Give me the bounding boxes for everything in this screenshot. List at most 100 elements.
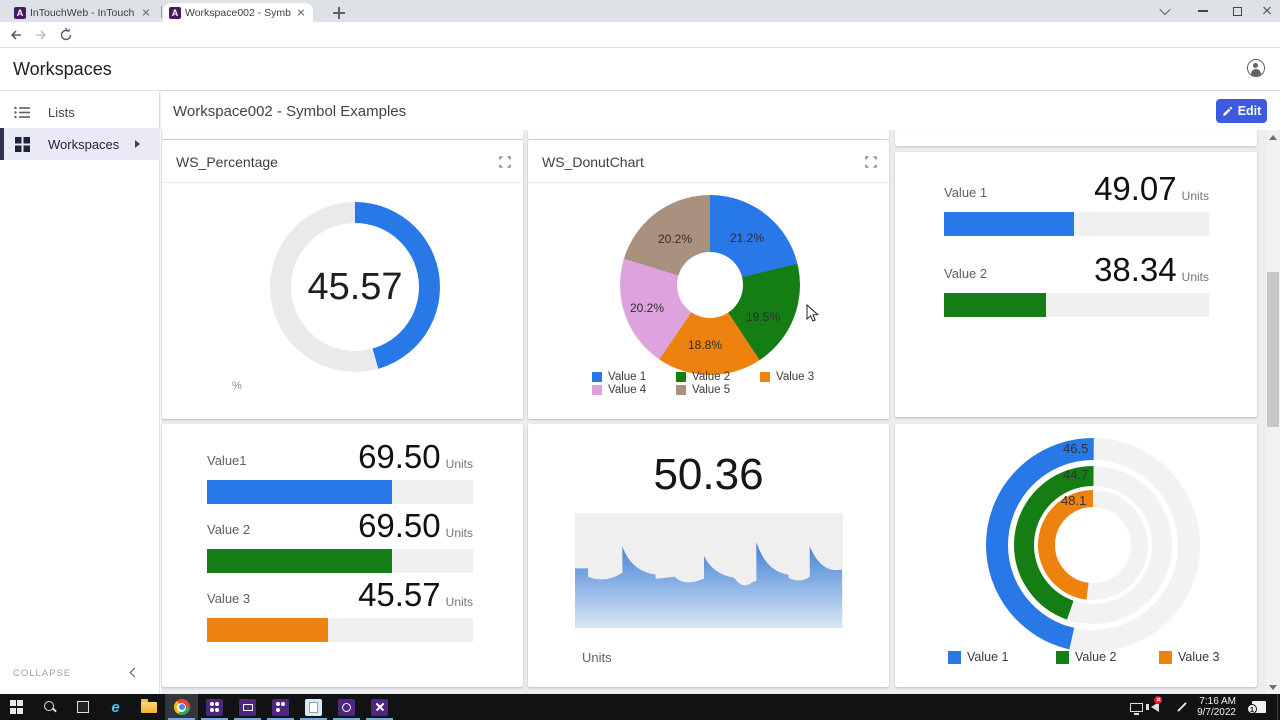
taskbar-search-button[interactable] — [33, 694, 66, 720]
bar-label: Value 1 — [944, 185, 987, 206]
legend-item: Value 2 — [676, 371, 730, 383]
notepad-icon — [305, 699, 322, 716]
percentage-gauge: 45.57 — [270, 202, 440, 372]
tab-close-icon[interactable] — [140, 7, 152, 19]
legend-item: Value 4 — [592, 384, 646, 396]
aveva-app-3-button[interactable] — [264, 694, 297, 720]
tab-search-chevron-icon[interactable] — [1150, 0, 1180, 22]
aveva-gears-icon — [206, 699, 223, 716]
mouse-cursor — [806, 304, 819, 328]
workspace-title: Workspace002 - Symbol Examples — [173, 103, 406, 120]
bar-unit: Units — [1182, 189, 1209, 208]
card-two-bars: Value 1 49.07Units Value 2 38.34Units — [895, 152, 1257, 417]
sidebar-collapse[interactable]: COLLAPSE — [0, 659, 160, 689]
bar-fill — [944, 293, 1046, 317]
card-title: WS_DonutChart — [542, 154, 644, 170]
slice-label: 20.2% — [658, 232, 692, 246]
scroll-up-icon[interactable] — [1266, 130, 1280, 144]
pen-tray-icon[interactable] — [1176, 694, 1188, 720]
slice-label: 19.5% — [746, 310, 780, 324]
bar-label: Value 2 — [207, 522, 250, 543]
network-tray-icon[interactable] — [1130, 694, 1143, 720]
card-partial — [162, 130, 523, 139]
window-close-button[interactable] — [1254, 0, 1280, 22]
task-view-icon — [77, 701, 89, 713]
task-view-button[interactable] — [66, 694, 99, 720]
legend-item: Value 1 — [592, 371, 646, 383]
collapse-label: COLLAPSE — [13, 668, 71, 679]
arc-value: 44.7 — [1063, 467, 1088, 482]
volume-muted-icon[interactable] — [1151, 694, 1159, 720]
bar-unit: Units — [1182, 270, 1209, 289]
slice-label: 18.8% — [688, 338, 722, 352]
bar-value: 69.50 — [358, 507, 441, 544]
donut-chart: 21.2% 19.5% 18.8% 20.2% 20.2% — [620, 195, 800, 375]
gauge-value: 45.57 — [307, 266, 402, 309]
aveva-app-2-button[interactable] — [231, 694, 264, 720]
workspaces-grid-icon — [15, 137, 30, 152]
bar-track — [944, 293, 1209, 317]
edit-button[interactable]: Edit — [1216, 99, 1267, 123]
bar-row: Value 1 49.07 Units — [944, 172, 1209, 236]
tab-close-icon[interactable] — [295, 7, 307, 19]
x-app-icon — [371, 699, 388, 716]
back-button[interactable] — [6, 25, 26, 45]
bar-label: Value 3 — [207, 591, 250, 612]
window-restore-button[interactable] — [1222, 0, 1252, 22]
window-minimize-button[interactable] — [1188, 0, 1218, 22]
bar-value: 49.07 — [1094, 170, 1177, 207]
browser-tab-workspace002[interactable]: A Workspace002 - Symbol Examples — [163, 3, 313, 22]
bar-value: 69.50 — [358, 438, 441, 475]
scroll-down-icon[interactable] — [1266, 680, 1280, 694]
forward-button[interactable] — [31, 25, 51, 45]
edit-label: Edit — [1238, 104, 1262, 118]
bar-value: 38.34 — [1094, 251, 1177, 288]
expand-icon[interactable] — [499, 155, 511, 167]
page-title: Workspaces — [13, 59, 112, 80]
chrome-icon — [174, 699, 190, 715]
browser-toolbar: localhost/InTouchWeb/workspaces/workspac… — [0, 22, 1280, 48]
legend-item: Value 3 — [760, 371, 814, 383]
slice-label: 20.2% — [630, 301, 664, 315]
sidebar-item-label: Lists — [48, 105, 75, 120]
folder-icon — [141, 702, 157, 713]
gauge-unit: % — [232, 380, 242, 392]
internet-explorer-button[interactable]: e — [99, 694, 132, 720]
arc-value: 46.5 — [1063, 441, 1088, 456]
aveva-app-4-button[interactable] — [330, 694, 363, 720]
taskbar-clock[interactable]: 7:16 AM 9/7/2022 — [1192, 696, 1236, 718]
aveva-app-5-button[interactable] — [363, 694, 396, 720]
app-header: Workspaces — [0, 48, 1280, 91]
file-explorer-button[interactable] — [132, 694, 165, 720]
tab-title: Workspace002 - Symbol Examples — [185, 7, 291, 19]
bar-row: Value 3 45.57Units — [207, 578, 473, 642]
notepad-app-button[interactable] — [297, 694, 330, 720]
bar-fill — [207, 549, 392, 573]
ring-app-icon — [338, 699, 355, 716]
browser-tab-intouchweb[interactable]: A InTouchWeb - InTouch Introduction — [8, 3, 158, 22]
reload-button[interactable] — [56, 25, 76, 45]
chrome-button[interactable] — [165, 694, 198, 720]
windows-logo-icon — [10, 700, 24, 714]
scrollbar[interactable] — [1266, 130, 1280, 694]
bar-row: Value1 69.50Units — [207, 440, 473, 504]
tab-separator — [161, 6, 162, 18]
account-icon[interactable] — [1247, 59, 1265, 77]
trend-unit: Units — [582, 650, 612, 665]
start-button[interactable] — [0, 694, 33, 720]
bar-fill — [944, 212, 1074, 236]
action-center-button[interactable]: 1 — [1252, 694, 1266, 720]
bar-unit: Units — [446, 526, 473, 545]
scrollbar-thumb[interactable] — [1267, 272, 1279, 427]
sidebar-item-workspaces[interactable]: Workspaces — [0, 128, 160, 160]
radial-gauge-chart — [973, 424, 1213, 669]
aveva-app-1-button[interactable] — [198, 694, 231, 720]
bar-unit: Units — [446, 457, 473, 476]
trend-value: 50.36 — [528, 450, 889, 500]
bar-row: Value 2 69.50 Units — [207, 509, 473, 573]
chevron-left-icon — [130, 668, 140, 678]
new-tab-button[interactable] — [333, 7, 345, 19]
card-title: WS_Percentage — [176, 154, 278, 170]
expand-icon[interactable] — [865, 155, 877, 167]
sidebar-item-lists[interactable]: Lists — [0, 96, 160, 128]
